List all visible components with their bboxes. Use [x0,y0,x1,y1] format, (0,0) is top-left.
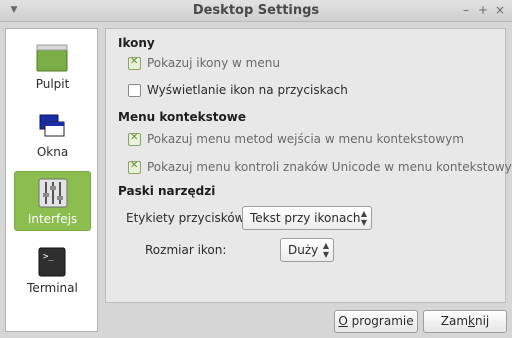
icon-size-select[interactable]: Duży ▲ ▼ [280,238,334,262]
sidebar-item-label: Terminal [27,281,78,295]
sidebar: Pulpit Okna Interfejs >_ Terminal [5,28,98,332]
svg-text:>_: >_ [43,252,54,262]
window-title: Desktop Settings [192,3,320,18]
sidebar-item-label: Okna [36,145,69,159]
section-title-icons: Ikony [118,36,155,50]
updown-arrows-icon: ▲ ▼ [322,241,329,259]
sidebar-item-label: Pulpit [35,77,70,91]
checkbox-show-menu-icons[interactable] [128,56,141,70]
checkbox-label: Pokazuj menu metod wejścia w menu kontek… [147,132,464,146]
maximize-icon[interactable]: + [475,2,491,18]
checkbox-label: Pokazuj menu kontroli znaków Unicode w m… [147,160,512,174]
sidebar-item-pulpit[interactable]: Pulpit [14,37,91,97]
settings-panel: Ikony Pokazuj ikony w menu Wyświetlanie … [105,28,512,303]
terminal-icon: >_ [38,247,66,277]
sidebar-item-terminal[interactable]: >_ Terminal [14,241,91,301]
close-window-icon[interactable]: × [492,2,508,18]
button-labels-value: Tekst przy ikonach [250,211,361,225]
close-button[interactable]: Zamknij [423,310,507,333]
checkbox-label: Wyświetlanie ikon na przyciskach [147,83,348,97]
windows-icon [39,114,65,137]
sidebar-item-okna[interactable]: Okna [14,105,91,165]
checkbox-show-button-icons[interactable] [128,84,141,97]
icon-size-label: Rozmiar ikon: [145,243,227,257]
about-button[interactable]: O programie [334,310,418,333]
button-labels-label: Etykiety przycisków: [126,211,248,225]
minimize-icon[interactable]: – [458,2,474,18]
icon-size-value: Duży [288,243,319,257]
title-bar: ▼ Desktop Settings – + × [0,0,512,22]
sidebar-item-interfejs[interactable]: Interfejs [14,171,91,231]
checkbox-unicode-control-menu[interactable] [128,160,141,174]
section-title-toolbars: Paski narzędzi [118,184,216,198]
checkbox-label: Pokazuj ikony w menu [147,56,280,70]
section-title-context-menu: Menu kontekstowe [118,110,246,124]
button-labels-select[interactable]: Tekst przy ikonach ▲ ▼ [242,206,372,230]
sliders-icon [38,178,68,208]
sidebar-item-label: Interfejs [27,212,78,226]
updown-arrows-icon: ▲ ▼ [360,209,367,227]
checkbox-input-methods-menu[interactable] [128,132,141,146]
desktop-icon [36,44,68,72]
